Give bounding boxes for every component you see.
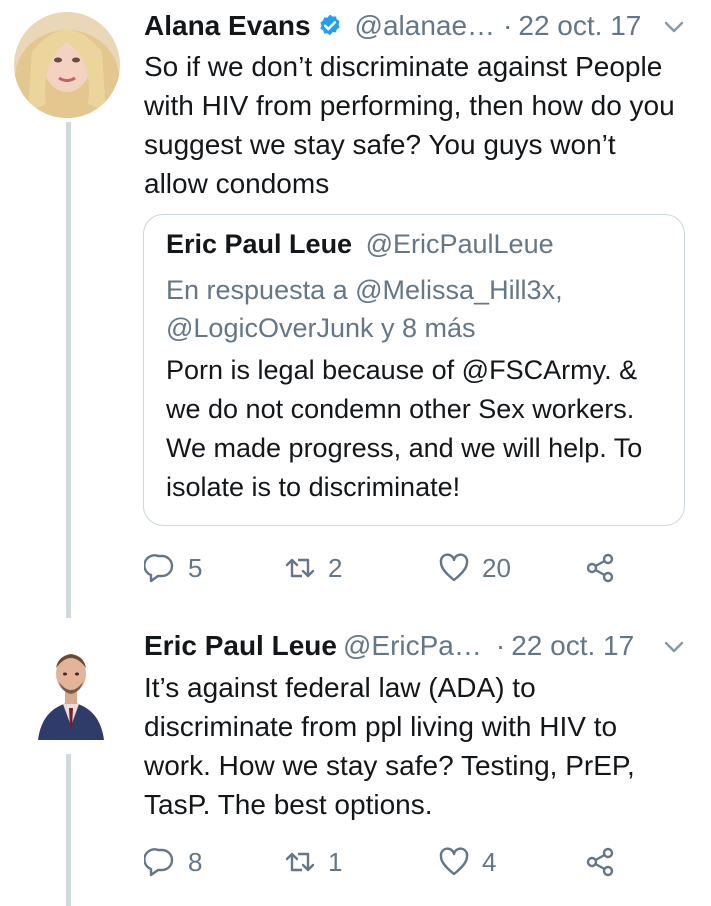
like-button[interactable]: 20 [438,548,511,588]
quoted-author-name: Eric Paul Leue [166,229,353,259]
author-name[interactable]: Eric Paul Leue [144,630,337,662]
retweet-icon [285,558,315,578]
share-icon [586,847,614,877]
reply-count: 8 [188,846,203,877]
reply-button[interactable]: 8 [144,842,202,882]
reply-count: 5 [188,552,203,583]
like-count: 20 [482,552,511,583]
like-icon [439,847,469,876]
retweet-button[interactable]: 1 [284,842,342,882]
verified-badge-icon [319,14,340,36]
tweet-text: It’s against federal law (ADA) to discri… [144,672,635,820]
retweet-icon [285,852,315,872]
share-button[interactable] [584,548,616,588]
tweet-text: So if we don’t discriminate against Peop… [144,51,675,199]
tweet-alana-evans[interactable]: Alana Evans @alanae… · 22 oct. 17 So if … [0,0,711,610]
reply-button[interactable]: 5 [144,548,202,588]
separator-dot: · [503,10,513,41]
like-button[interactable]: 4 [438,842,496,882]
tweet-header: Eric Paul Leue @EricPa… · 22 oct. 17 [144,626,634,666]
quoted-reply-to: En respuesta a @Melissa_Hill3x, @LogicOv… [166,275,563,343]
share-button[interactable] [584,842,616,882]
separator-dot: · [495,630,506,661]
avatar[interactable] [14,12,120,118]
tweet-date[interactable]: 22 oct. 17 [518,10,641,42]
tweet-actions: 5 2 20 [144,548,624,588]
reply-icon [144,848,174,877]
quoted-tweet[interactable]: Eric Paul Leue @EricPaulLeue En respuest… [143,214,685,526]
share-icon [586,553,614,583]
author-handle[interactable]: @alanae… [355,10,496,42]
quoted-header: Eric Paul Leue @EricPaulLeue [166,229,554,260]
retweet-count: 2 [328,552,343,583]
tweet-header: Alana Evans @alanae… · 22 oct. 17 [144,6,641,46]
retweet-count: 1 [328,846,343,877]
avatar[interactable] [32,630,110,740]
retweet-button[interactable]: 2 [284,548,342,588]
chevron-down-icon[interactable] [663,636,685,658]
author-name[interactable]: Alana Evans [144,10,311,42]
tweet-date[interactable]: 22 oct. 17 [511,630,634,662]
like-icon [439,553,469,582]
quoted-author-handle: @EricPaulLeue [365,229,554,259]
reply-icon [144,554,174,583]
tweet-actions: 8 1 4 [144,842,624,882]
chevron-down-icon[interactable] [663,16,685,38]
quoted-text: Porn is legal because of @FSCArmy. & we … [166,355,643,502]
tweet-eric-paul-leue[interactable]: Eric Paul Leue @EricPa… · 22 oct. 17 It’… [0,618,711,906]
like-count: 4 [482,846,497,877]
author-handle[interactable]: @EricPa… [343,630,482,662]
